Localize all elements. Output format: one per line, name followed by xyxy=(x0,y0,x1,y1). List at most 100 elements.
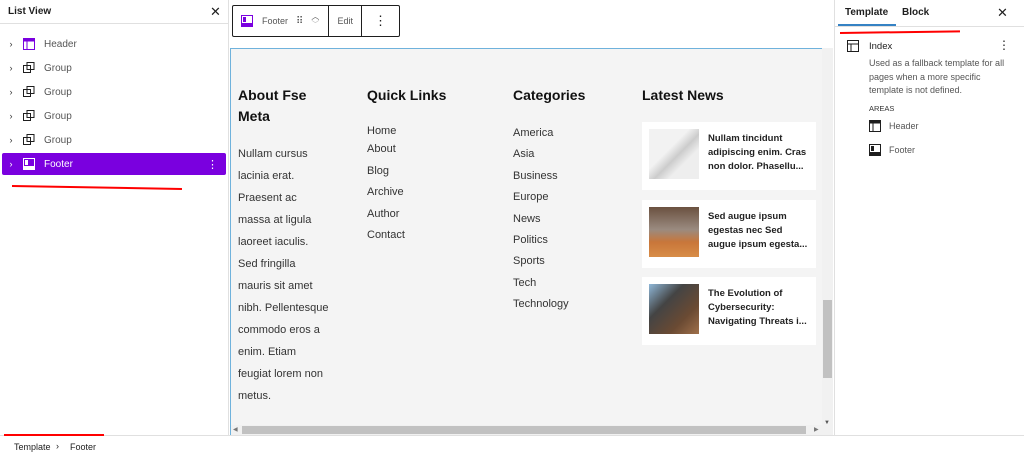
expand-chevron-icon[interactable]: › xyxy=(4,87,18,97)
quick-link-home[interactable]: Home xyxy=(367,125,396,137)
more-options-icon[interactable]: ⋮ xyxy=(362,6,399,36)
news-thumbnail[interactable] xyxy=(649,206,699,257)
about-heading-line2: Meta xyxy=(238,108,270,124)
divider xyxy=(835,26,1024,27)
area-header-label: Header xyxy=(889,121,919,131)
news-thumbnail[interactable] xyxy=(649,284,699,334)
about-text-line: commodo eros a xyxy=(238,324,320,336)
layout-template-icon xyxy=(847,40,859,52)
about-text: Nullam cursus lacinia erat. Praesent ac mas… xyxy=(238,143,329,407)
list-view-panel: List View ✕ › Header › Group › Group › Group › Gr… xyxy=(0,0,229,435)
scroll-down-arrow-icon[interactable]: ▼ xyxy=(824,420,830,426)
area-footer-label: Footer xyxy=(889,145,916,155)
about-text-line: nibh. Pellentesque xyxy=(238,302,329,314)
move-arrows[interactable]: ︿ ﹀ xyxy=(311,13,319,29)
quick-link-contact[interactable]: Contact xyxy=(367,229,405,241)
list-item-group[interactable]: › Group xyxy=(2,129,226,151)
about-text-line: Sed fringilla xyxy=(238,258,296,270)
annotation-underline xyxy=(11,185,182,190)
news-thumbnail[interactable] xyxy=(649,129,699,179)
template-options-icon[interactable]: ⋮ xyxy=(998,38,1010,52)
category-link-tech[interactable]: Tech xyxy=(513,277,536,289)
about-text-line: massa at ligula xyxy=(238,214,312,226)
group-icon xyxy=(22,86,36,98)
header-template-part-icon xyxy=(869,120,881,132)
about-heading: About Fse Meta xyxy=(238,85,306,127)
group-icon xyxy=(22,134,36,146)
list-item-label: Group xyxy=(44,62,72,74)
latest-news-heading: Latest News xyxy=(642,87,724,103)
edit-label: Edit xyxy=(337,16,353,26)
template-name: Index xyxy=(869,41,893,52)
category-link-europe[interactable]: Europe xyxy=(513,191,548,203)
list-item-footer[interactable]: › Footer ⋮ xyxy=(2,153,226,175)
editor-canvas[interactable]: About Fse Meta Nullam cursus lacinia erat.… xyxy=(230,48,824,436)
category-link-news[interactable]: News xyxy=(513,213,541,225)
expand-chevron-icon[interactable]: › xyxy=(4,135,18,145)
category-link-asia[interactable]: Asia xyxy=(513,148,534,160)
footer-template-part-icon xyxy=(869,144,881,156)
edit-button[interactable]: Edit xyxy=(329,6,362,36)
about-text-line: laoreet iaculis. xyxy=(238,236,309,248)
breadcrumb-footer[interactable]: Footer xyxy=(70,442,96,452)
category-link-business[interactable]: Business xyxy=(513,170,558,182)
news-card[interactable]: Nullam tincidunt adipiscing enim. Cras n… xyxy=(642,122,816,190)
block-name: Footer xyxy=(262,16,289,26)
news-title[interactable]: Sed augue ipsum egestas nec Sed augue ip… xyxy=(708,210,812,252)
quick-link-blog[interactable]: Blog xyxy=(367,165,389,177)
annotation-underline xyxy=(4,434,104,436)
scroll-right-arrow-icon[interactable]: ▶ xyxy=(814,426,819,433)
annotation-underline xyxy=(839,30,961,34)
about-text-line: Praesent ac xyxy=(238,192,297,204)
tab-template[interactable]: Template xyxy=(845,7,888,18)
close-sidebar-icon[interactable]: ✕ xyxy=(997,5,1008,21)
quick-link-archive[interactable]: Archive xyxy=(367,186,404,198)
about-text-line: mauris sit amet xyxy=(238,280,313,292)
area-header[interactable]: Header xyxy=(869,120,919,132)
category-link-sports[interactable]: Sports xyxy=(513,255,545,267)
quick-link-author[interactable]: Author xyxy=(367,208,399,220)
template-description: Used as a fallback template for all page… xyxy=(869,58,1005,95)
about-text-line: Nullam cursus xyxy=(238,148,308,160)
expand-chevron-icon[interactable]: › xyxy=(4,39,18,49)
breadcrumb-bar: Template › Footer xyxy=(0,434,1024,458)
list-item-label: Group xyxy=(44,134,72,146)
list-item-group[interactable]: › Group xyxy=(2,81,226,103)
list-item-label: Group xyxy=(44,86,72,98)
quick-links-heading: Quick Links xyxy=(367,87,447,103)
settings-sidebar: Template Block ✕ Index ⋮ Used as a fallb… xyxy=(834,0,1024,435)
list-item-header[interactable]: › Header xyxy=(2,33,226,55)
expand-chevron-icon[interactable]: › xyxy=(4,63,18,73)
about-text-line: enim. Etiam xyxy=(238,346,297,358)
news-title[interactable]: The Evolution of Cybersecurity: Navigati… xyxy=(708,287,812,329)
list-item-group[interactable]: › Group xyxy=(2,57,226,79)
expand-chevron-icon[interactable]: › xyxy=(4,159,18,169)
news-title[interactable]: Nullam tincidunt adipiscing enim. Cras n… xyxy=(708,132,812,174)
expand-chevron-icon[interactable]: › xyxy=(4,111,18,121)
category-link-politics[interactable]: Politics xyxy=(513,234,548,246)
block-switcher[interactable]: Footer ⠿ ︿ ﹀ xyxy=(233,6,330,36)
news-card[interactable]: Sed augue ipsum egestas nec Sed augue ip… xyxy=(642,199,816,268)
quick-link-about[interactable]: About xyxy=(367,143,396,155)
news-card[interactable]: The Evolution of Cybersecurity: Navigati… xyxy=(642,277,816,345)
close-list-view-icon[interactable]: ✕ xyxy=(210,4,221,20)
about-text-line: feugiat lorem non xyxy=(238,368,323,380)
scroll-left-arrow-icon[interactable]: ◀ xyxy=(233,426,238,433)
breadcrumb-template[interactable]: Template xyxy=(14,442,51,452)
item-options-icon[interactable]: ⋮ xyxy=(207,158,218,171)
area-footer[interactable]: Footer xyxy=(869,144,915,156)
category-link-technology[interactable]: Technology xyxy=(513,298,569,310)
vertical-scrollbar-thumb[interactable] xyxy=(823,300,832,378)
move-down-icon[interactable]: ﹀ xyxy=(311,21,319,29)
about-heading-line1: About Fse xyxy=(238,87,307,103)
horizontal-scrollbar-thumb[interactable] xyxy=(242,426,806,434)
categories-heading: Categories xyxy=(513,87,586,103)
about-text-line: metus. xyxy=(238,390,272,402)
tab-block[interactable]: Block xyxy=(902,7,929,18)
list-item-group[interactable]: › Group xyxy=(2,105,226,127)
category-link-america[interactable]: America xyxy=(513,127,553,139)
group-icon xyxy=(22,110,36,122)
footer-template-part-icon xyxy=(22,158,36,170)
list-item-label: Footer xyxy=(44,158,73,170)
drag-handle-icon[interactable]: ⠿ xyxy=(296,16,303,27)
